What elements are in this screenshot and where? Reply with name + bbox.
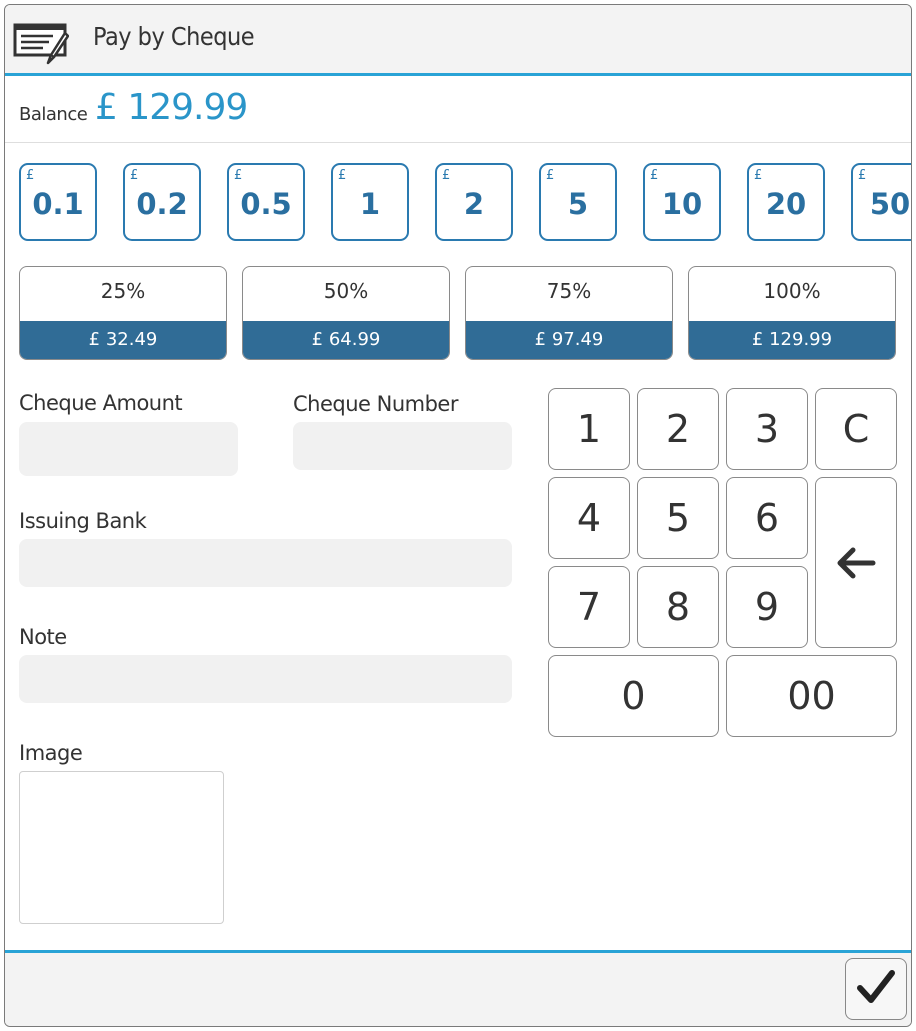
keypad-5-button[interactable]: 5 bbox=[637, 477, 719, 559]
balance-value: £ 129.99 bbox=[95, 87, 248, 128]
denomination-button[interactable]: £ 10 bbox=[643, 163, 721, 241]
denomination-button[interactable]: £ 1 bbox=[331, 163, 409, 241]
currency-symbol: £ bbox=[546, 168, 555, 183]
dialog-footer bbox=[5, 950, 911, 1026]
denomination-value: 0.5 bbox=[240, 187, 292, 221]
denomination-value: 2 bbox=[463, 187, 485, 221]
denomination-value: 0.1 bbox=[32, 187, 84, 221]
keypad-1-button[interactable]: 1 bbox=[548, 388, 630, 470]
cheque-amount-label: Cheque Amount bbox=[19, 391, 183, 415]
currency-symbol: £ bbox=[442, 168, 451, 183]
percent-label: 25% bbox=[100, 279, 146, 303]
keypad-0-button[interactable]: 0 bbox=[548, 655, 719, 737]
denomination-value: 1 bbox=[359, 187, 381, 221]
image-label: Image bbox=[19, 741, 83, 765]
denomination-value: 20 bbox=[765, 187, 807, 221]
percent-100-button[interactable]: 100% £ 129.99 bbox=[688, 266, 896, 360]
dialog-title: Pay by Cheque bbox=[93, 22, 255, 51]
percent-amount: £ 32.49 bbox=[20, 321, 226, 359]
percent-amount: £ 129.99 bbox=[689, 321, 895, 359]
keypad-00-button[interactable]: 00 bbox=[726, 655, 897, 737]
balance-label: Balance bbox=[19, 104, 88, 125]
denomination-buttons: £ 0.1 £ 0.2 £ 0.5 £ 1 £ 2 £ 5 £ 10 £ 20 bbox=[19, 163, 911, 245]
denomination-button[interactable]: £ 20 bbox=[747, 163, 825, 241]
percent-amount: £ 97.49 bbox=[466, 321, 672, 359]
denomination-button[interactable]: £ 50 bbox=[851, 163, 911, 241]
note-label: Note bbox=[19, 625, 67, 649]
denomination-value: 10 bbox=[661, 187, 703, 221]
percent-amount: £ 64.99 bbox=[243, 321, 449, 359]
pay-by-cheque-dialog: Pay by Cheque Balance £ 129.99 £ 0.1 £ 0… bbox=[4, 4, 912, 1027]
percent-label: 75% bbox=[546, 279, 592, 303]
keypad-8-button[interactable]: 8 bbox=[637, 566, 719, 648]
denomination-button[interactable]: £ 2 bbox=[435, 163, 513, 241]
keypad-4-button[interactable]: 4 bbox=[548, 477, 630, 559]
currency-symbol: £ bbox=[754, 168, 763, 183]
keypad-9-button[interactable]: 9 bbox=[726, 566, 808, 648]
currency-symbol: £ bbox=[234, 168, 243, 183]
cheque-amount-input[interactable] bbox=[19, 422, 238, 476]
currency-symbol: £ bbox=[858, 168, 867, 183]
keypad-6-button[interactable]: 6 bbox=[726, 477, 808, 559]
image-upload-area[interactable] bbox=[19, 771, 224, 924]
keypad-7-button[interactable]: 7 bbox=[548, 566, 630, 648]
denomination-button[interactable]: £ 0.5 bbox=[227, 163, 305, 241]
keypad-clear-button[interactable]: C bbox=[815, 388, 897, 470]
denomination-value: 0.2 bbox=[136, 187, 188, 221]
percent-label: 100% bbox=[763, 279, 821, 303]
denomination-button[interactable]: £ 0.1 bbox=[19, 163, 97, 241]
denomination-value: 50 bbox=[869, 187, 911, 221]
denomination-button[interactable]: £ 5 bbox=[539, 163, 617, 241]
cheque-number-label: Cheque Number bbox=[293, 392, 459, 416]
currency-symbol: £ bbox=[650, 168, 659, 183]
currency-symbol: £ bbox=[338, 168, 347, 183]
percent-50-button[interactable]: 50% £ 64.99 bbox=[242, 266, 450, 360]
arrow-left-icon bbox=[836, 547, 876, 579]
cheque-pen-icon bbox=[13, 19, 70, 67]
note-input[interactable] bbox=[19, 655, 512, 703]
issuing-bank-input[interactable] bbox=[19, 539, 512, 587]
keypad-2-button[interactable]: 2 bbox=[637, 388, 719, 470]
currency-symbol: £ bbox=[26, 168, 35, 183]
confirm-button[interactable] bbox=[845, 958, 907, 1020]
percent-25-button[interactable]: 25% £ 32.49 bbox=[19, 266, 227, 360]
checkmark-icon bbox=[856, 969, 896, 1009]
denomination-value: 5 bbox=[567, 187, 589, 221]
dialog-header: Pay by Cheque bbox=[5, 5, 911, 76]
keypad-backspace-button[interactable] bbox=[815, 477, 897, 648]
percent-label: 50% bbox=[323, 279, 369, 303]
issuing-bank-label: Issuing Bank bbox=[19, 509, 147, 533]
currency-symbol: £ bbox=[130, 168, 139, 183]
keypad-3-button[interactable]: 3 bbox=[726, 388, 808, 470]
balance-row: Balance £ 129.99 bbox=[5, 76, 911, 143]
percent-75-button[interactable]: 75% £ 97.49 bbox=[465, 266, 673, 360]
denomination-button[interactable]: £ 0.2 bbox=[123, 163, 201, 241]
cheque-number-input[interactable] bbox=[293, 422, 512, 470]
